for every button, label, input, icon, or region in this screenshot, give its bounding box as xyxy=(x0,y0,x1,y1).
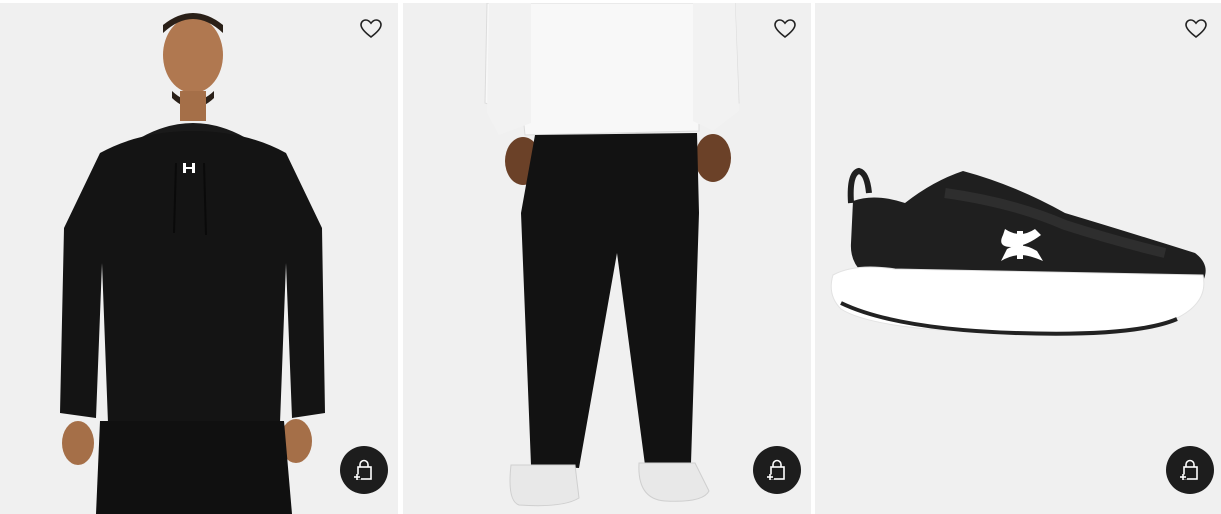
wishlist-heart-icon[interactable] xyxy=(773,17,797,41)
bag-plus-icon xyxy=(766,459,785,480)
product-image-pants[interactable] xyxy=(403,3,811,514)
wishlist-heart-icon[interactable] xyxy=(1184,17,1208,41)
product-grid xyxy=(0,0,1221,514)
bag-plus-icon xyxy=(353,459,372,480)
quick-add-button[interactable] xyxy=(340,446,388,494)
bag-plus-icon xyxy=(1179,459,1198,480)
product-image-hoodie[interactable] xyxy=(0,3,398,514)
quick-add-button[interactable] xyxy=(1166,446,1214,494)
product-card-pants[interactable] xyxy=(403,3,811,514)
product-card-hoodie[interactable] xyxy=(0,3,398,514)
product-card-shoe[interactable] xyxy=(815,3,1221,514)
wishlist-heart-icon[interactable] xyxy=(359,17,383,41)
product-image-shoe[interactable] xyxy=(815,3,1221,514)
quick-add-button[interactable] xyxy=(753,446,801,494)
